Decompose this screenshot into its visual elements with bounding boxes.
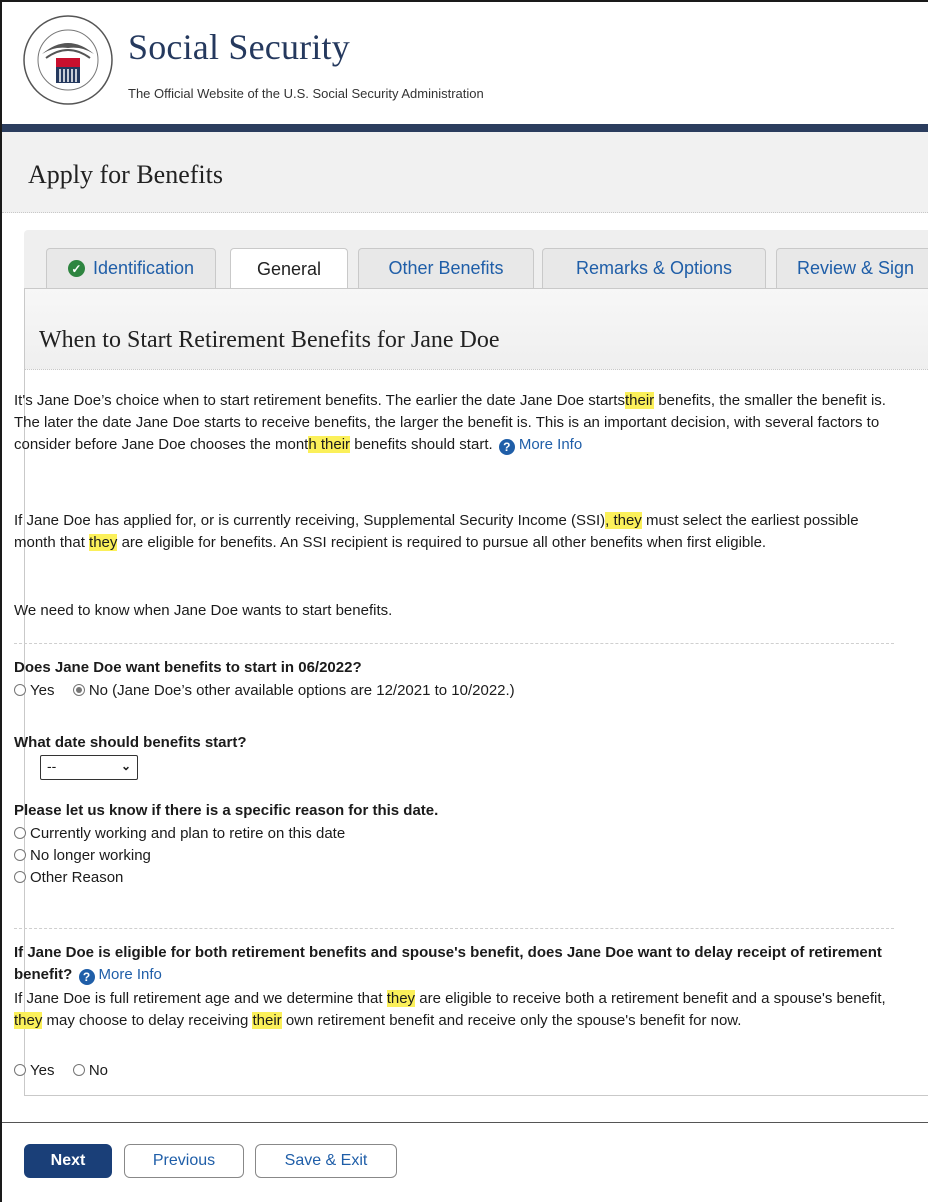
tab-general[interactable]: General — [230, 248, 348, 290]
radio-no-label: No (Jane Doe’s other available options a… — [88, 682, 515, 699]
radio-yes[interactable] — [14, 1064, 26, 1076]
radio-button[interactable] — [14, 871, 26, 883]
highlighted-word: h their — [308, 436, 351, 453]
help-question-icon[interactable]: ? — [498, 439, 515, 455]
delay-options: Yes No — [14, 1060, 894, 1082]
site-subtitle: The Official Website of the U.S. Social … — [128, 86, 484, 101]
tab-identification[interactable]: ✓ Identification — [46, 248, 216, 288]
intro-paragraph-2: If Jane Doe has applied for, or is curre… — [14, 510, 894, 554]
ssa-seal-logo[interactable] — [22, 14, 114, 106]
radio-no[interactable] — [72, 1064, 85, 1076]
radio-no-label: No — [88, 1062, 109, 1079]
tab-label: General — [256, 259, 322, 279]
site-header: Social Security The Official Website of … — [2, 2, 928, 124]
help-question-icon[interactable]: ? — [78, 969, 95, 985]
radio-yes-label: Yes — [30, 1062, 55, 1079]
page-title: Apply for Benefits — [28, 160, 223, 189]
highlighted-word: they — [14, 1012, 43, 1029]
text: are eligible to receive both a retiremen… — [415, 990, 886, 1007]
reason-options: Currently working and plan to retire on … — [14, 823, 894, 889]
radio-yes-label: Yes — [30, 682, 55, 699]
option-label: No longer working — [30, 847, 151, 864]
question-date-select: What date should benefits start? — [14, 734, 247, 751]
tab-label: Other Benefits — [388, 258, 504, 278]
section-divider — [14, 928, 894, 929]
text: own retirement benefit and receive only … — [281, 1012, 742, 1029]
text: are eligible for benefits. An SSI recipi… — [117, 534, 767, 551]
start-date-select[interactable]: -- ⌄ — [40, 755, 138, 780]
tab-label: Remarks & Options — [575, 258, 733, 278]
tab-label: Review & Sign — [797, 258, 915, 278]
section-divider — [14, 643, 894, 644]
chevron-down-icon: ⌄ — [120, 759, 131, 773]
select-value: -- — [47, 758, 57, 774]
check-circle-icon: ✓ — [67, 260, 85, 277]
text: If Jane Doe has applied for, or is curre… — [14, 512, 606, 529]
reason-option[interactable]: Other Reason — [14, 867, 894, 889]
text: If Jane Doe is full retirement age and w… — [14, 990, 387, 1007]
question-reason: Please let us know if there is a specifi… — [14, 802, 439, 819]
section-title: When to Start Retirement Benefits for Ja… — [39, 327, 500, 353]
next-button[interactable]: Next — [24, 1144, 112, 1178]
highlighted-word: they — [386, 990, 416, 1007]
option-label: Currently working and plan to retire on … — [30, 825, 346, 842]
more-info-link[interactable]: More Info — [99, 966, 162, 983]
previous-button[interactable]: Previous — [124, 1144, 244, 1178]
intro-paragraph-1: It's Jane Doe’s choice when to start ret… — [14, 390, 894, 456]
radio-yes[interactable] — [14, 684, 26, 696]
save-exit-button[interactable]: Save & Exit — [255, 1144, 397, 1178]
header-divider-bar — [2, 124, 928, 132]
reason-option[interactable]: No longer working — [14, 845, 894, 867]
intro-paragraph-3: We need to know when Jane Doe wants to s… — [14, 602, 393, 619]
start-date-options: Yes No (Jane Doe’s other available optio… — [14, 680, 894, 702]
tab-label: Identification — [92, 258, 195, 278]
tab-review-sign[interactable]: Review & Sign — [776, 248, 928, 288]
tab-remarks-options[interactable]: Remarks & Options — [542, 248, 766, 288]
question-start-date: Does Jane Doe want benefits to start in … — [14, 659, 362, 676]
highlighted-word: their — [252, 1012, 282, 1029]
site-title[interactable]: Social Security — [128, 26, 350, 68]
highlighted-word: their — [624, 392, 655, 409]
footer-divider — [2, 1122, 928, 1123]
highlighted-word: they — [89, 534, 118, 551]
tab-other-benefits[interactable]: Other Benefits — [358, 248, 534, 288]
reason-option[interactable]: Currently working and plan to retire on … — [14, 823, 894, 845]
text: It's Jane Doe’s choice when to start ret… — [14, 392, 625, 409]
question-delay-retirement: If Jane Doe is eligible for both retirem… — [14, 942, 894, 986]
text: may choose to delay receiving — [42, 1012, 253, 1029]
section-header: When to Start Retirement Benefits for Ja… — [25, 289, 928, 370]
radio-button[interactable] — [14, 827, 26, 839]
highlighted-word: , they — [605, 512, 642, 529]
more-info-link[interactable]: More Info — [519, 436, 582, 453]
radio-button[interactable] — [14, 849, 26, 861]
text: benefits should start. — [354, 436, 493, 453]
option-label: Other Reason — [30, 869, 124, 886]
radio-no[interactable] — [72, 684, 85, 696]
delay-description: If Jane Doe is full retirement age and w… — [14, 988, 894, 1032]
